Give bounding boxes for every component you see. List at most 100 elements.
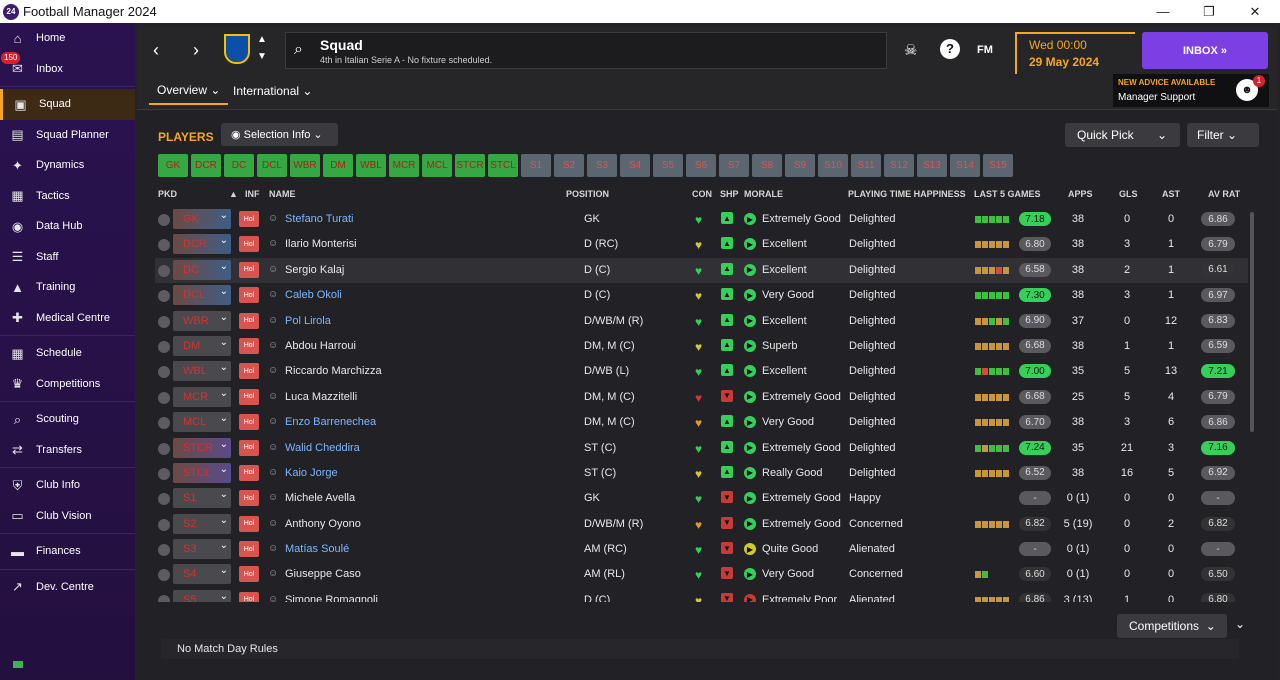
position-select[interactable]: S2 ⌄ bbox=[173, 513, 231, 534]
position-chip-s3[interactable]: S3 bbox=[587, 154, 617, 177]
table-row[interactable]: GK ⌄ Hol ☺ Stefano Turati GK ♥ ▲ ▶ Extremely Good… bbox=[155, 207, 1248, 232]
position-select[interactable]: DC ⌄ bbox=[173, 259, 231, 280]
back-arrow-icon[interactable]: ‹ bbox=[153, 40, 159, 61]
tab-overview[interactable]: Overview ⌄ bbox=[149, 77, 229, 105]
chevron-down-icon[interactable]: ▼ bbox=[257, 51, 267, 62]
sidebar-item-transfers[interactable]: ⇄ Transfers bbox=[0, 435, 135, 466]
col-apps[interactable]: APPS bbox=[1068, 189, 1093, 199]
position-select[interactable]: DCR ⌄ bbox=[173, 234, 231, 255]
col-gls[interactable]: GLS bbox=[1119, 189, 1138, 199]
sidebar-item-inbox[interactable]: ✉ 150 Inbox bbox=[0, 51, 135, 85]
player-name[interactable]: Riccardo Marchizza bbox=[285, 365, 382, 377]
sort-icon[interactable]: ▲ bbox=[229, 189, 238, 199]
sidebar-item-finances[interactable]: ▬ Finances bbox=[0, 536, 135, 567]
position-chip-s1[interactable]: S1 bbox=[521, 154, 551, 177]
position-chip-wbl[interactable]: WBL bbox=[356, 154, 386, 177]
position-chip-s11[interactable]: S11 bbox=[851, 154, 881, 177]
col-con[interactable]: CON bbox=[692, 189, 712, 199]
position-select[interactable]: S4 ⌄ bbox=[173, 564, 231, 585]
competitions-dropdown[interactable]: Competitions ⌄ bbox=[1117, 614, 1227, 638]
sidebar-item-schedule[interactable]: ▦ Schedule bbox=[0, 338, 135, 369]
advice-notification[interactable]: NEW ADVICE AVAILABLE Manager Support ☻ 1 bbox=[1113, 74, 1269, 107]
sidebar-item-club-vision[interactable]: ▭ Club Vision bbox=[0, 501, 135, 532]
player-name[interactable]: Sergio Kalaj bbox=[285, 264, 344, 276]
player-name[interactable]: Anthony Oyono bbox=[285, 518, 361, 530]
position-chip-s14[interactable]: S14 bbox=[950, 154, 980, 177]
player-name[interactable]: Caleb Okoli bbox=[285, 289, 342, 301]
position-chip-s6[interactable]: S6 bbox=[686, 154, 716, 177]
player-name[interactable]: Enzo Barrenechea bbox=[285, 416, 376, 428]
sidebar-item-competitions[interactable]: ♛ Competitions bbox=[0, 369, 135, 400]
picked-icon[interactable] bbox=[158, 493, 170, 506]
col-name[interactable]: NAME bbox=[269, 189, 296, 199]
quick-pick-button[interactable]: Quick Pick ⌄ bbox=[1065, 123, 1180, 147]
maximize-icon[interactable]: ❐ bbox=[1186, 0, 1232, 23]
picked-icon[interactable] bbox=[158, 264, 170, 277]
player-name[interactable]: Luca Mazzitelli bbox=[285, 391, 357, 403]
position-chip-dc[interactable]: DC bbox=[224, 154, 254, 177]
position-chip-s9[interactable]: S9 bbox=[785, 154, 815, 177]
position-chip-dm[interactable]: DM bbox=[323, 154, 353, 177]
position-chip-dcl[interactable]: DCL bbox=[257, 154, 287, 177]
col-avrat[interactable]: AV RAT bbox=[1208, 189, 1240, 199]
picked-icon[interactable] bbox=[158, 239, 170, 252]
table-row[interactable]: DCL ⌄ Hol ☺ Caleb Okoli D (C) ♥ ▲ ▶ Very Good Deli… bbox=[155, 283, 1248, 308]
picked-icon[interactable] bbox=[158, 366, 170, 379]
scrollbar[interactable] bbox=[1250, 212, 1254, 432]
position-select[interactable]: WBL ⌄ bbox=[173, 361, 231, 382]
game-date[interactable]: Wed 00:00 29 May 2024 bbox=[1015, 32, 1135, 74]
help-icon[interactable]: ? bbox=[940, 39, 960, 59]
table-row[interactable]: DCR ⌄ Hol ☺ Ilario Monterisi D (RC) ♥ ▲ ▶ Excelle… bbox=[155, 232, 1248, 257]
sidebar-item-dynamics[interactable]: ✦ Dynamics bbox=[0, 150, 135, 181]
sidebar-item-data-hub[interactable]: ◉ Data Hub bbox=[0, 211, 135, 242]
skull-icon[interactable]: ☠ bbox=[904, 41, 917, 59]
position-chip-s4[interactable]: S4 bbox=[620, 154, 650, 177]
picked-icon[interactable] bbox=[158, 214, 170, 226]
sidebar-item-club-info[interactable]: ⛨ Club Info bbox=[0, 470, 135, 501]
picked-icon[interactable] bbox=[158, 544, 170, 557]
table-row[interactable]: S2 ⌄ Hol ☺ Anthony Oyono D/WB/M (R) ♥ ▼ ▶ Extreme… bbox=[155, 512, 1248, 537]
position-select[interactable]: WBR ⌄ bbox=[173, 310, 231, 331]
sidebar-item-tactics[interactable]: ▦ Tactics bbox=[0, 181, 135, 212]
close-icon[interactable]: ✕ bbox=[1232, 0, 1278, 23]
position-select[interactable]: MCL ⌄ bbox=[173, 412, 231, 433]
selection-info-button[interactable]: ◉ Selection Info ⌄ bbox=[221, 123, 338, 146]
position-select[interactable]: STCR ⌄ bbox=[173, 437, 231, 458]
col-shp[interactable]: SHP bbox=[720, 189, 739, 199]
table-row[interactable]: STCR ⌄ Hol ☺ Walid Cheddira ST (C) ♥ ▲ ▶ Extremel… bbox=[155, 436, 1248, 461]
table-row[interactable]: MCL ⌄ Hol ☺ Enzo Barrenechea DM, M (C) ♥ ▲ ▶ Very… bbox=[155, 410, 1248, 435]
picked-icon[interactable] bbox=[158, 417, 170, 430]
position-chip-s2[interactable]: S2 bbox=[554, 154, 584, 177]
sidebar-item-home[interactable]: ⌂ Home bbox=[0, 23, 135, 54]
chevron-up-icon[interactable]: ▲ bbox=[257, 34, 267, 45]
col-inf[interactable]: INF bbox=[245, 189, 260, 199]
position-chip-s12[interactable]: S12 bbox=[884, 154, 914, 177]
position-select[interactable]: STCL ⌄ bbox=[173, 462, 231, 483]
position-chip-s13[interactable]: S13 bbox=[917, 154, 947, 177]
picked-icon[interactable] bbox=[158, 467, 170, 480]
sidebar-item-staff[interactable]: ☰ Staff bbox=[0, 242, 135, 273]
position-select[interactable]: S3 ⌄ bbox=[173, 539, 231, 560]
table-row[interactable]: MCR ⌄ Hol ☺ Luca Mazzitelli DM, M (C) ♥ ▼ ▶ Extre… bbox=[155, 385, 1248, 410]
player-name[interactable]: Ilario Monterisi bbox=[285, 238, 357, 250]
player-name[interactable]: Simone Romagnoli bbox=[285, 594, 378, 602]
filter-button[interactable]: Filter ⌄ bbox=[1187, 123, 1259, 147]
picked-icon[interactable] bbox=[158, 442, 170, 455]
chevron-down-icon[interactable]: ⌄ bbox=[1157, 128, 1167, 142]
fm-logo[interactable]: FM bbox=[977, 44, 993, 56]
position-chip-stcl[interactable]: STCL bbox=[488, 154, 518, 177]
table-row[interactable]: DM ⌄ Hol ☺ Abdou Harroui DM, M (C) ♥ ▲ ▶ Superb De… bbox=[155, 334, 1248, 359]
position-chip-s5[interactable]: S5 bbox=[653, 154, 683, 177]
col-pkd[interactable]: PKD bbox=[158, 189, 177, 199]
col-pth[interactable]: PLAYING TIME HAPPINESS bbox=[848, 189, 966, 199]
sidebar-item-medical-centre[interactable]: ✚ Medical Centre bbox=[0, 303, 135, 334]
player-name[interactable]: Giuseppe Caso bbox=[285, 568, 361, 580]
sidebar-item-training[interactable]: ▲ Training bbox=[0, 272, 135, 303]
picked-icon[interactable] bbox=[158, 290, 170, 303]
player-name[interactable]: Walid Cheddira bbox=[285, 442, 360, 454]
player-name[interactable]: Abdou Harroui bbox=[285, 340, 356, 352]
position-chip-mcr[interactable]: MCR bbox=[389, 154, 419, 177]
position-select[interactable]: DM ⌄ bbox=[173, 335, 231, 356]
minimize-icon[interactable]: — bbox=[1140, 0, 1186, 23]
picked-icon[interactable] bbox=[158, 594, 170, 602]
